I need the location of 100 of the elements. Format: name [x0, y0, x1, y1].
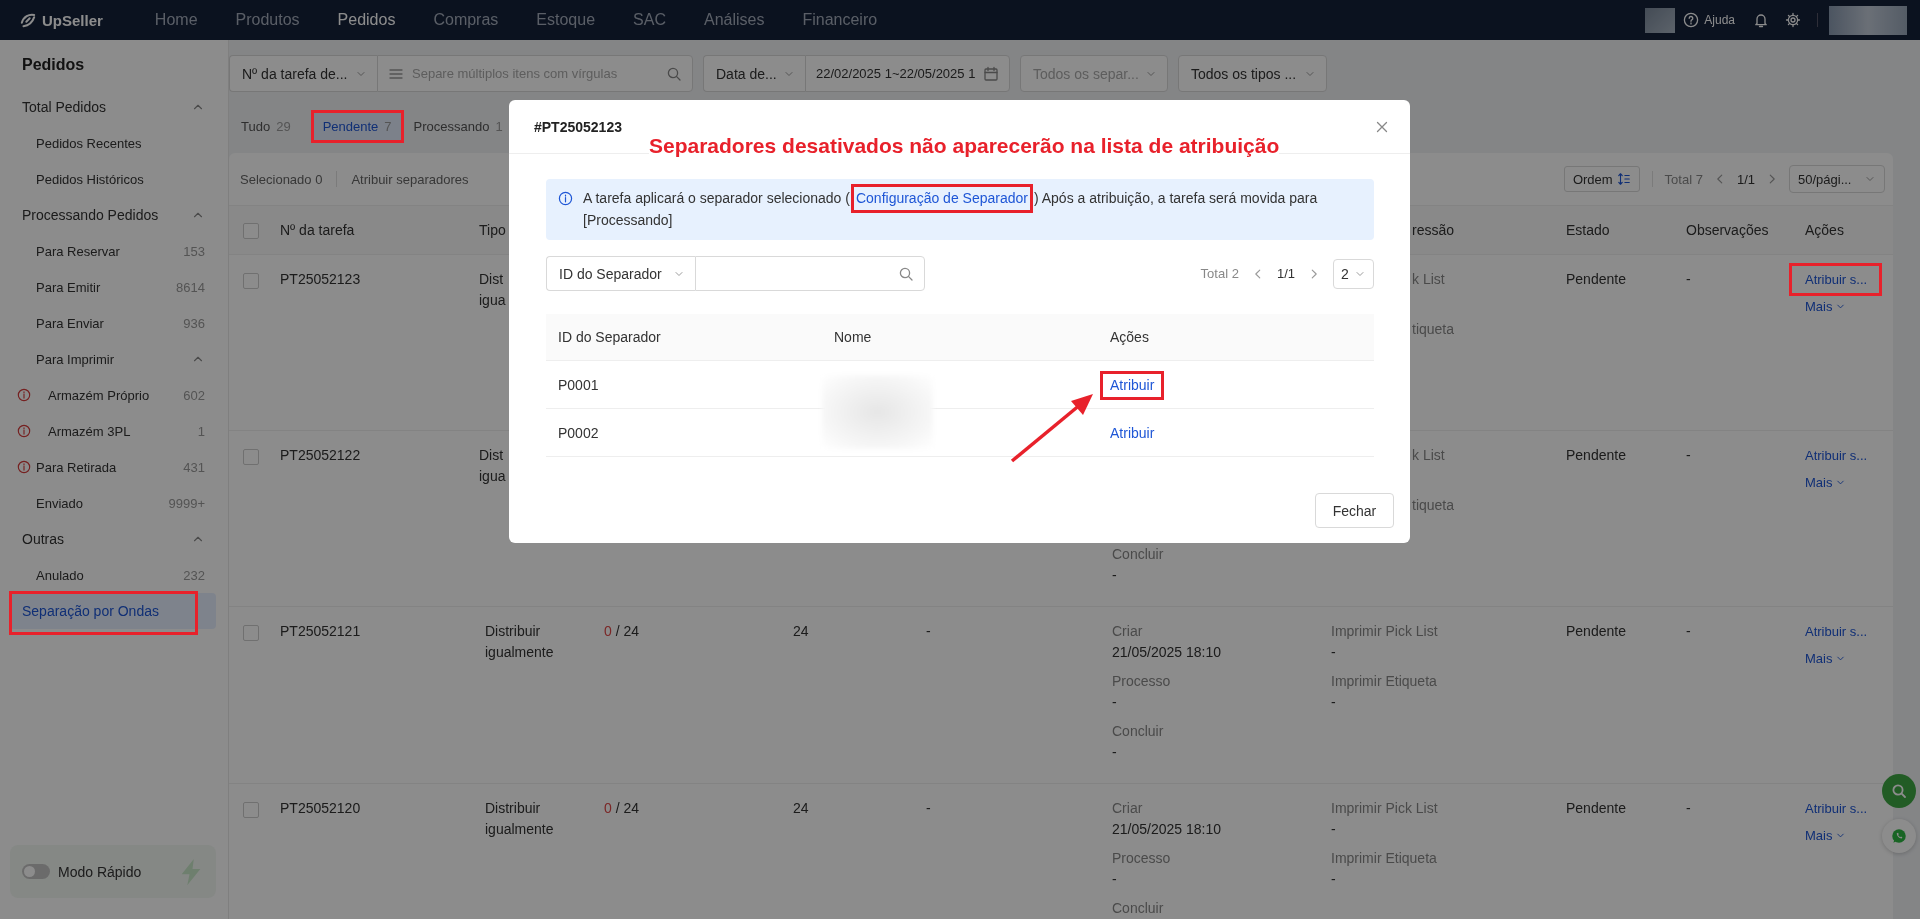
sidebar-item[interactable]: Armazém 3PL 1	[10, 413, 216, 449]
page-size-select[interactable]: 50/pági...	[1789, 165, 1885, 193]
sort-button[interactable]: Ordem	[1563, 166, 1640, 192]
step-label: Criar	[1112, 799, 1144, 818]
sidebar-item[interactable]: Pedidos Recentes	[10, 125, 216, 161]
item-count: 153	[183, 243, 205, 259]
item-count: 1	[197, 423, 205, 439]
nav-link[interactable]: Pedidos	[337, 11, 396, 29]
logo-icon	[19, 11, 37, 29]
sidebar-item[interactable]: Para Retirada 431	[10, 449, 216, 485]
task-number: PT25052120	[280, 800, 361, 816]
sidebar-item[interactable]: Para Emitir 8614	[10, 269, 216, 305]
step-time: 21/05/2025 18:10	[1112, 643, 1222, 662]
sidebar-item[interactable]: Pedidos Históricos	[10, 161, 216, 197]
nav-link[interactable]: Financeiro	[802, 11, 878, 29]
sidebar-item[interactable]: Enviado 9999+	[10, 485, 216, 521]
page-size-select[interactable]: 2	[1333, 258, 1374, 289]
print-status: -	[1331, 643, 1337, 662]
settings-link[interactable]: Configuração de Separador	[855, 190, 1028, 206]
close-button[interactable]: Fechar	[1315, 493, 1394, 528]
toggle-switch[interactable]	[22, 864, 50, 879]
checkbox[interactable]	[243, 802, 259, 819]
item-count: 936	[183, 315, 205, 331]
print-label: Imprimir Etiqueta	[1331, 672, 1438, 691]
checkbox[interactable]	[243, 273, 259, 290]
chat-button[interactable]	[1882, 819, 1916, 853]
sidebar-group[interactable]: Processando Pedidos	[10, 197, 216, 233]
column-header: Estado	[1566, 221, 1610, 238]
picker-id: P0002	[558, 424, 599, 441]
more-link[interactable]: Mais	[1805, 472, 1847, 493]
table-cell: -	[926, 800, 931, 816]
caret-icon	[1835, 301, 1847, 312]
page-indicator: 1/1	[1276, 266, 1295, 281]
print-label: Imprimir Pick List	[1331, 799, 1439, 818]
field-select[interactable]: ID do Separador	[546, 256, 695, 291]
warning-icon	[17, 424, 31, 438]
quantity: 24	[793, 623, 809, 639]
sidebar-group[interactable]: Para Imprimir	[10, 341, 216, 377]
task-number: PT25052121	[280, 623, 361, 639]
page-indicator: 1/1	[1736, 171, 1755, 187]
nav-link[interactable]: Home	[154, 11, 198, 29]
sidebar-group[interactable]: Total Pedidos	[10, 89, 216, 125]
selection-count: Selecionado 0	[240, 171, 323, 187]
search-icon[interactable]	[898, 265, 914, 282]
column-header: ressão	[1412, 221, 1455, 238]
more-link[interactable]: Mais	[1805, 648, 1847, 669]
progress-text: 0 / 24	[604, 800, 640, 816]
notes-text: -	[1686, 447, 1691, 463]
sidebar-item[interactable]: Armazém Próprio 602	[10, 377, 216, 413]
step-time: -	[1112, 870, 1118, 889]
more-link[interactable]: Mais	[1805, 825, 1847, 846]
date-range-field[interactable]: 22/02/2025 1~22/05/2025 1	[805, 55, 1010, 92]
info-icon	[558, 191, 573, 206]
nav-link[interactable]: Compras	[433, 11, 499, 29]
field-select[interactable]: Nº da tarefa de...	[229, 55, 377, 92]
sidebar-item[interactable]: Para Enviar 936	[10, 305, 216, 341]
field-select[interactable]: Data de...	[703, 55, 805, 92]
nav-link[interactable]: Estoque	[536, 11, 596, 29]
status-text: Pendente	[1566, 447, 1626, 463]
more-link[interactable]: Mais	[1805, 296, 1847, 317]
sidebar-item[interactable]: Anulado 232	[10, 557, 216, 593]
assign-link[interactable]: Atribuir s...	[1805, 798, 1868, 819]
sidebar-item[interactable]: Separação por Ondas	[10, 593, 216, 629]
search-field[interactable]	[695, 256, 925, 291]
nav-link[interactable]: Análises	[703, 11, 765, 29]
sort-icon	[1616, 172, 1631, 186]
table-cell: -	[926, 623, 931, 639]
print-status: -	[1331, 870, 1337, 889]
search-icon[interactable]	[666, 65, 682, 82]
nav-link[interactable]: Produtos	[235, 11, 300, 29]
assign-link[interactable]: Atribuir s...	[1805, 445, 1868, 466]
brand-name: UpSeller	[42, 11, 103, 29]
status-text: Pendente	[1566, 271, 1626, 287]
column-header: Ações	[1110, 329, 1149, 345]
task-type: Distribuir igualmente	[485, 623, 554, 660]
assign-link[interactable]: Atribuir	[1110, 376, 1155, 393]
picker-id: P0001	[558, 376, 599, 393]
assign-link[interactable]: Atribuir s...	[1805, 621, 1868, 642]
task-type: Dist igua	[479, 447, 506, 484]
step-time: -	[1112, 743, 1118, 762]
field-select[interactable]: Todos os tipos ...	[1178, 55, 1327, 92]
info-message: A tarefa aplicará o separador selecionado ( Configuração de Separador ) Após a atribuição, a tarefa será movida para [Processando]	[583, 187, 1318, 231]
step-time: 21/05/2025 18:10	[1112, 820, 1222, 839]
assign-pickers-button[interactable]: Atribuir separadores	[351, 171, 469, 187]
nav-link[interactable]: SAC	[633, 11, 666, 29]
search-button[interactable]	[1882, 774, 1916, 808]
column-header: Observações	[1686, 221, 1769, 238]
notification-icon[interactable]	[1753, 12, 1769, 28]
assign-link[interactable]: Atribuir s...	[1805, 269, 1868, 290]
item-count: 602	[183, 387, 205, 403]
checkbox[interactable]	[243, 449, 259, 466]
checkbox[interactable]	[243, 625, 259, 642]
sidebar-group[interactable]: Outras	[10, 521, 216, 557]
sidebar-item[interactable]: Para Reservar 153	[10, 233, 216, 269]
assign-link[interactable]: Atribuir	[1110, 424, 1155, 441]
settings-icon[interactable]	[1785, 12, 1801, 28]
checkbox[interactable]	[243, 222, 259, 239]
help-link[interactable]: Ajuda	[1683, 12, 1735, 28]
step-label: Concluir	[1112, 545, 1165, 564]
total-count: Total 7	[1664, 171, 1703, 187]
